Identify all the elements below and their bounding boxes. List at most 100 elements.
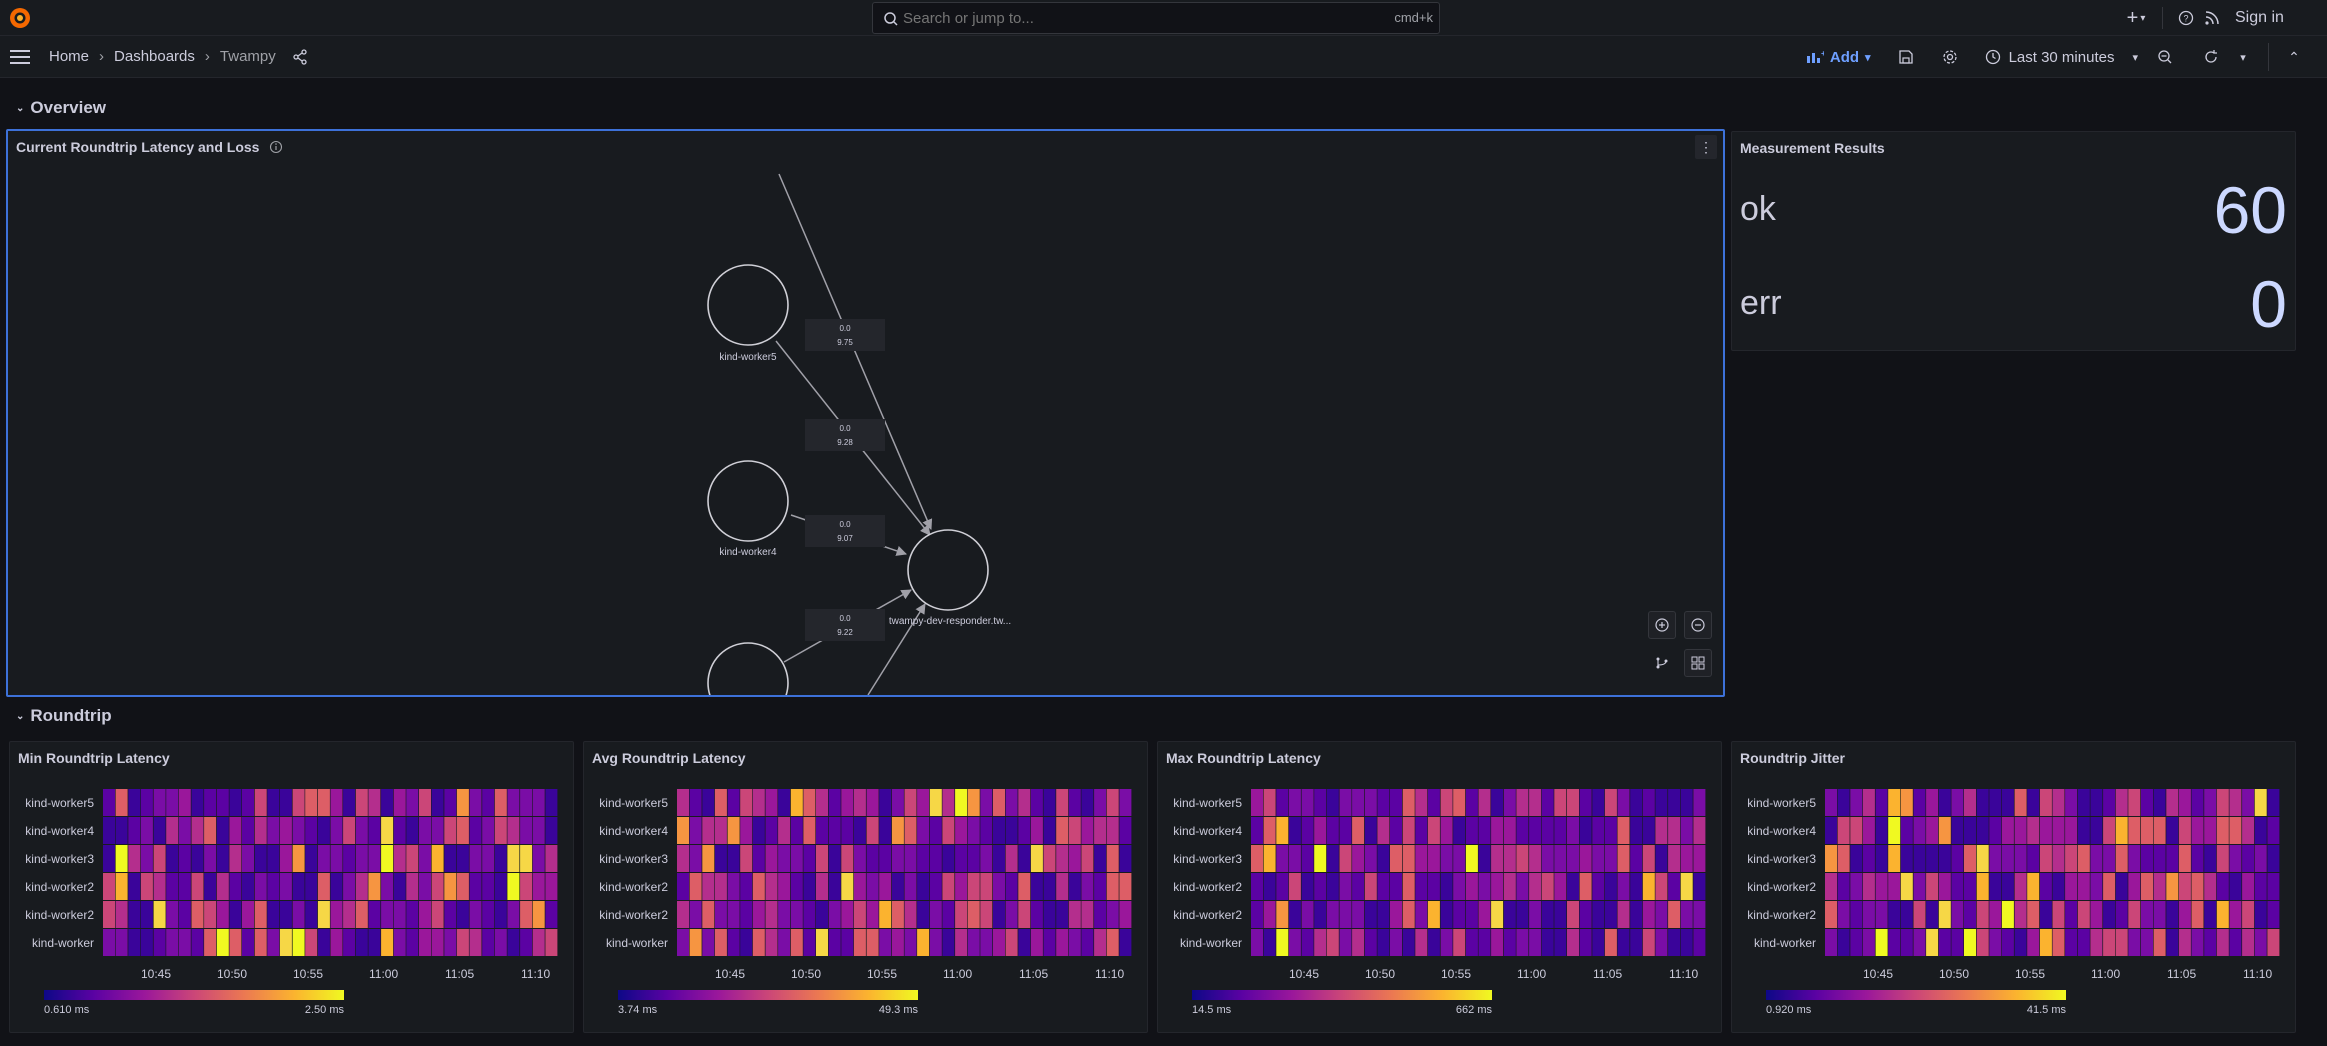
heatmap-cell[interactable] (853, 845, 866, 872)
heatmap-cell[interactable] (456, 789, 469, 816)
heatmap-cell[interactable] (1288, 873, 1301, 900)
heatmap-cell[interactable] (1516, 817, 1529, 844)
heatmap-cell[interactable] (1529, 845, 1542, 872)
heatmap-cell[interactable] (191, 873, 204, 900)
heatmap-cell[interactable] (191, 817, 204, 844)
heatmap-cell[interactable] (153, 873, 166, 900)
heatmap-cell[interactable] (740, 845, 753, 872)
heatmap-cell[interactable] (229, 789, 242, 816)
heatmap-cell[interactable] (1301, 901, 1314, 928)
heatmap-cell[interactable] (1005, 901, 1018, 928)
heatmap-cell[interactable] (2229, 817, 2242, 844)
heatmap-cell[interactable] (1516, 789, 1529, 816)
heatmap-cell[interactable] (317, 929, 330, 956)
heatmap-cell[interactable] (330, 845, 343, 872)
heatmap-cell[interactable] (419, 901, 431, 928)
heatmap-cell[interactable] (828, 845, 841, 872)
heatmap-cell[interactable] (254, 929, 267, 956)
heatmap-cell[interactable] (1989, 929, 2002, 956)
heatmap-cell[interactable] (1314, 929, 1327, 956)
heatmap-cell[interactable] (2090, 929, 2103, 956)
heatmap-cell[interactable] (254, 901, 267, 928)
heatmap-cell[interactable] (267, 817, 280, 844)
search-box[interactable]: cmd+k (872, 2, 1440, 34)
heatmap-cell[interactable] (2039, 789, 2052, 816)
heatmap-cell[interactable] (1989, 901, 2002, 928)
panel-node-graph[interactable]: Current Roundtrip Latency and Loss ⋮ kin… (6, 129, 1725, 697)
heatmap-cell[interactable] (1862, 929, 1875, 956)
heatmap-cell[interactable] (1081, 901, 1094, 928)
heatmap-cell[interactable] (1030, 789, 1043, 816)
add-button[interactable]: + Add ▾ (1798, 49, 1879, 66)
heatmap-cell[interactable] (841, 845, 854, 872)
heatmap-cell[interactable] (520, 901, 533, 928)
breadcrumb-home[interactable]: Home (49, 48, 89, 65)
heatmap-cell[interactable] (2014, 817, 2027, 844)
heatmap-cell[interactable] (1453, 873, 1466, 900)
heatmap-cell[interactable] (431, 789, 444, 816)
heatmap-cell[interactable] (917, 845, 930, 872)
heatmap-cell[interactable] (2178, 929, 2191, 956)
heatmap-cell[interactable] (1888, 929, 1901, 956)
heatmap-cell[interactable] (866, 873, 879, 900)
heatmap-cell[interactable] (765, 845, 778, 872)
heatmap-cell[interactable] (891, 901, 904, 928)
heatmap-cell[interactable] (520, 817, 533, 844)
heatmap-cell[interactable] (1693, 845, 1706, 872)
heatmap-cell[interactable] (803, 873, 816, 900)
heatmap-cell[interactable] (431, 929, 444, 956)
heatmap-cell[interactable] (1825, 817, 1837, 844)
heatmap-cell[interactable] (1106, 929, 1119, 956)
heatmap-cell[interactable] (166, 873, 179, 900)
heatmap-cell[interactable] (431, 901, 444, 928)
heatmap-cell[interactable] (980, 901, 993, 928)
heatmap-cell[interactable] (2191, 929, 2204, 956)
heatmap-cell[interactable] (1680, 873, 1693, 900)
heatmap-cell[interactable] (1642, 845, 1655, 872)
heatmap-cell[interactable] (1668, 789, 1681, 816)
heatmap-cell[interactable] (191, 845, 204, 872)
heatmap-cell[interactable] (2103, 789, 2116, 816)
heatmap-cell[interactable] (1825, 929, 1837, 956)
heatmap-cell[interactable] (1964, 929, 1976, 956)
heatmap-cell[interactable] (1567, 901, 1579, 928)
heatmap-cell[interactable] (1453, 929, 1466, 956)
heatmap-cell[interactable] (456, 817, 469, 844)
heatmap-cell[interactable] (2103, 845, 2116, 872)
heatmap-cell[interactable] (1529, 873, 1542, 900)
heatmap-cell[interactable] (2242, 845, 2255, 872)
heatmap-cell[interactable] (1516, 929, 1529, 956)
heatmap-cell[interactable] (431, 845, 444, 872)
heatmap-cell[interactable] (1326, 789, 1339, 816)
heatmap-cell[interactable] (993, 901, 1005, 928)
heatmap-cell[interactable] (702, 901, 715, 928)
heatmap-cell[interactable] (929, 929, 942, 956)
heatmap-cell[interactable] (343, 845, 356, 872)
heatmap-cell[interactable] (752, 901, 765, 928)
heatmap-cell[interactable] (1604, 845, 1617, 872)
heatmap-cell[interactable] (1913, 789, 1926, 816)
heatmap-cell[interactable] (1251, 789, 1263, 816)
heatmap-cell[interactable] (1668, 929, 1681, 956)
heatmap-cell[interactable] (456, 845, 469, 872)
heatmap-cell[interactable] (2065, 817, 2078, 844)
heatmap-cell[interactable] (1989, 845, 2002, 872)
heatmap-cell[interactable] (853, 817, 866, 844)
heatmap-cell[interactable] (317, 901, 330, 928)
heatmap-cell[interactable] (1964, 901, 1976, 928)
heatmap-cell[interactable] (140, 901, 153, 928)
heatmap-cell[interactable] (1913, 929, 1926, 956)
heatmap-cell[interactable] (393, 901, 406, 928)
heatmap-cell[interactable] (1604, 817, 1617, 844)
heatmap-cell[interactable] (343, 817, 356, 844)
heatmap-cell[interactable] (507, 789, 520, 816)
heatmap-cell[interactable] (1604, 789, 1617, 816)
heatmap-cell[interactable] (1592, 817, 1605, 844)
heatmap-cell[interactable] (942, 845, 955, 872)
heatmap-cell[interactable] (1888, 901, 1901, 928)
heatmap-cell[interactable] (1668, 845, 1681, 872)
heatmap-cell[interactable] (507, 817, 520, 844)
heatmap-cell[interactable] (1106, 845, 1119, 872)
heatmap-cell[interactable] (1402, 901, 1415, 928)
heatmap-cell[interactable] (917, 817, 930, 844)
